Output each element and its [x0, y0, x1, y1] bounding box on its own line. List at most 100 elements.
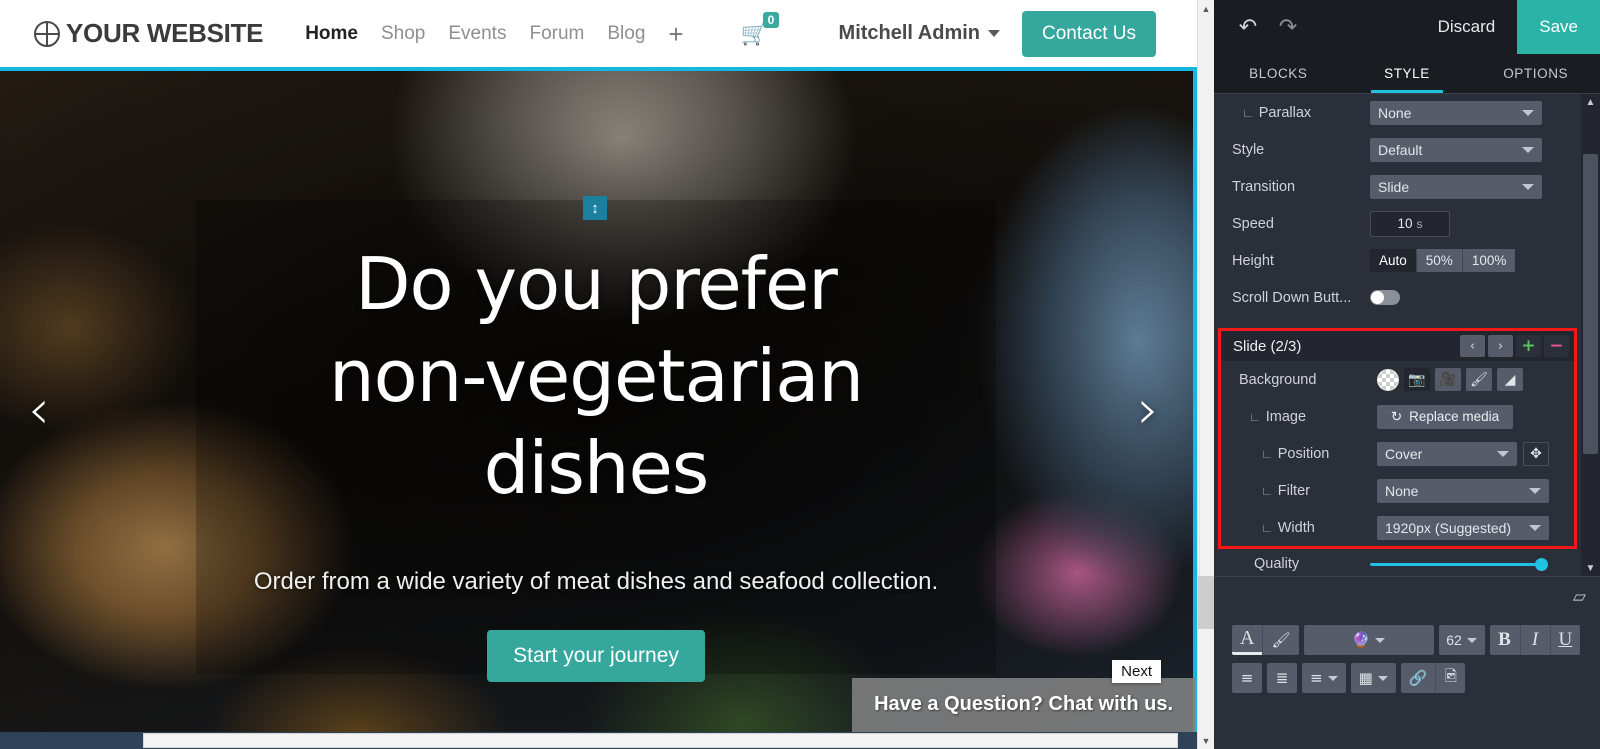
site-brand[interactable]: YOUR WEBSITE — [34, 18, 264, 49]
transition-select[interactable]: Slide — [1370, 174, 1542, 199]
background-color-button[interactable]: 🖌 — [1262, 625, 1299, 655]
undo-icon[interactable]: ↶ — [1228, 7, 1268, 47]
width-value: 1920px (Suggested) — [1385, 519, 1512, 536]
underline-button[interactable]: U — [1549, 625, 1581, 655]
cart-button[interactable]: 🛒 0 — [741, 11, 780, 45]
image-label: ∟ Image — [1249, 408, 1307, 425]
start-your-journey-button[interactable]: Start your journey — [487, 630, 705, 683]
clear-format-icon[interactable]: ▱ — [1573, 587, 1586, 607]
scroll-down-toggle[interactable] — [1370, 290, 1400, 305]
slider-next-arrow[interactable]: › — [1137, 383, 1159, 437]
save-button[interactable]: Save — [1517, 0, 1600, 54]
position-select[interactable]: Cover — [1377, 441, 1517, 466]
indent-marker-icon: ∟ — [1242, 105, 1254, 120]
user-menu[interactable]: Mitchell Admin — [839, 22, 1001, 45]
option-row-background: Background 📷 🎥 🖌 ◢ — [1221, 361, 1574, 398]
redo-icon[interactable]: ↷ — [1268, 7, 1308, 47]
table-button[interactable]: ▦ — [1350, 663, 1396, 693]
height-50-button[interactable]: 50% — [1415, 249, 1462, 272]
tab-blocks[interactable]: BLOCKS — [1214, 54, 1343, 93]
website-editor-panel: ↶ ↷ Discard Save BLOCKS STYLE OPTIONS ∟ P… — [1214, 0, 1600, 749]
nav-item-blog[interactable]: Blog — [607, 23, 645, 45]
unordered-list-button[interactable]: ≡ — [1232, 663, 1262, 693]
magic-wand-icon: 🔮 — [1351, 631, 1371, 649]
preview-vertical-scrollbar[interactable]: ▲ ▼ — [1197, 0, 1214, 749]
preview-hscroll-thumb[interactable] — [143, 733, 1178, 748]
preview-horizontal-scrollbar[interactable] — [0, 732, 1197, 749]
move-target-icon[interactable]: ✥ — [1523, 441, 1549, 466]
camera-image-icon[interactable]: 📷 — [1404, 368, 1430, 391]
filter-label: ∟ Filter — [1261, 482, 1310, 499]
option-row-speed: Speed 10 s — [1214, 205, 1581, 242]
contact-us-button[interactable]: Contact Us — [1022, 10, 1156, 57]
tab-options[interactable]: OPTIONS — [1471, 54, 1600, 93]
option-row-width: ∟ Width 1920px (Suggested) — [1221, 509, 1574, 546]
quality-slider[interactable] — [1370, 557, 1548, 571]
align-button[interactable]: ≡ — [1302, 663, 1346, 693]
nav-item-forum[interactable]: Forum — [529, 23, 584, 45]
next-tooltip: Next — [1112, 660, 1161, 683]
style-value: Default — [1378, 141, 1423, 158]
speed-input[interactable]: 10 s — [1370, 210, 1450, 237]
hero-slider[interactable]: ↕ Do you prefer non-vegetarian dishes Or… — [0, 67, 1197, 749]
scroll-up-icon[interactable]: ▲ — [1198, 0, 1214, 17]
style-select[interactable]: Default — [1370, 137, 1542, 162]
scroll-up-icon[interactable]: ▲ — [1581, 94, 1600, 110]
hero-content: Do you prefer non-vegetarian dishes Orde… — [196, 200, 996, 683]
gradient-icon[interactable]: ◢ — [1497, 368, 1523, 391]
slide-nav-buttons: ‹ › + − — [1460, 335, 1574, 357]
nav-item-home[interactable]: Home — [305, 23, 358, 45]
preview-vscroll-thumb[interactable] — [1199, 148, 1213, 576]
speed-value: 10 — [1397, 216, 1413, 231]
hero-title[interactable]: Do you prefer non-vegetarian dishes — [266, 238, 926, 514]
video-film-icon[interactable]: 🎥 — [1435, 368, 1461, 391]
width-select[interactable]: 1920px (Suggested) — [1377, 515, 1549, 540]
height-100-button[interactable]: 100% — [1461, 249, 1516, 272]
insert-group: 🔗 🖻 — [1400, 663, 1466, 693]
italic-button[interactable]: I — [1519, 625, 1550, 655]
editor-vertical-scrollbar[interactable]: ▲ ▼ — [1581, 94, 1600, 576]
slider-prev-arrow[interactable]: ‹ — [28, 383, 50, 437]
slide-prev-button[interactable]: ‹ — [1460, 335, 1485, 357]
preview-vscroll-track[interactable] — [1198, 576, 1214, 629]
font-size-button[interactable]: 62 — [1438, 625, 1485, 655]
scroll-down-icon[interactable]: ▼ — [1198, 732, 1214, 749]
paintbrush-icon[interactable]: 🖌 — [1466, 368, 1492, 391]
plus-icon[interactable]: + — [668, 21, 683, 47]
scroll-down-icon[interactable]: ▼ — [1581, 560, 1600, 576]
bold-button[interactable]: B — [1489, 625, 1520, 655]
replace-media-button[interactable]: ↻ Replace media — [1377, 404, 1513, 429]
link-button[interactable]: 🔗 — [1400, 663, 1436, 693]
hero-subtitle[interactable]: Order from a wide variety of meat dishes… — [254, 568, 938, 596]
filter-select[interactable]: None — [1377, 478, 1549, 503]
nav-item-shop[interactable]: Shop — [381, 23, 425, 45]
chevron-down-icon — [1529, 524, 1541, 531]
vertical-resize-icon[interactable]: ↕ — [583, 196, 607, 220]
cart-count-badge: 0 — [762, 11, 780, 28]
font-color-button[interactable]: A — [1232, 625, 1263, 655]
height-auto-button[interactable]: Auto — [1370, 249, 1416, 272]
quality-label: Quality — [1254, 556, 1300, 572]
option-row-parallax: ∟ Parallax None — [1214, 94, 1581, 131]
image-button[interactable]: 🖻 — [1435, 663, 1466, 693]
quality-slider-handle[interactable] — [1535, 557, 1548, 571]
nav-item-events[interactable]: Events — [448, 23, 506, 45]
transparent-swatch-icon[interactable] — [1377, 368, 1399, 391]
option-row-scroll-down: Scroll Down Butt... — [1214, 279, 1581, 316]
refresh-icon: ↻ — [1390, 408, 1403, 424]
ordered-list-button[interactable]: ≣ — [1267, 663, 1297, 693]
add-slide-button[interactable]: + — [1516, 335, 1541, 357]
font-style-button[interactable]: 🔮 — [1303, 625, 1434, 655]
remove-slide-button[interactable]: − — [1544, 335, 1569, 357]
slide-next-button[interactable]: › — [1488, 335, 1513, 357]
background-type-icons: 📷 🎥 🖌 ◢ — [1377, 368, 1523, 391]
chat-widget[interactable]: Have a Question? Chat with us. — [852, 678, 1195, 732]
editor-vscroll-thumb[interactable] — [1583, 154, 1598, 454]
chevron-down-icon — [1466, 637, 1477, 643]
position-value: Cover — [1385, 445, 1423, 462]
tab-style[interactable]: STYLE — [1343, 54, 1472, 93]
indent-marker-icon: ∟ — [1261, 446, 1273, 461]
brand-label: YOUR WEBSITE — [66, 18, 264, 48]
parallax-select[interactable]: None — [1370, 100, 1542, 125]
discard-button[interactable]: Discard — [1416, 0, 1518, 54]
